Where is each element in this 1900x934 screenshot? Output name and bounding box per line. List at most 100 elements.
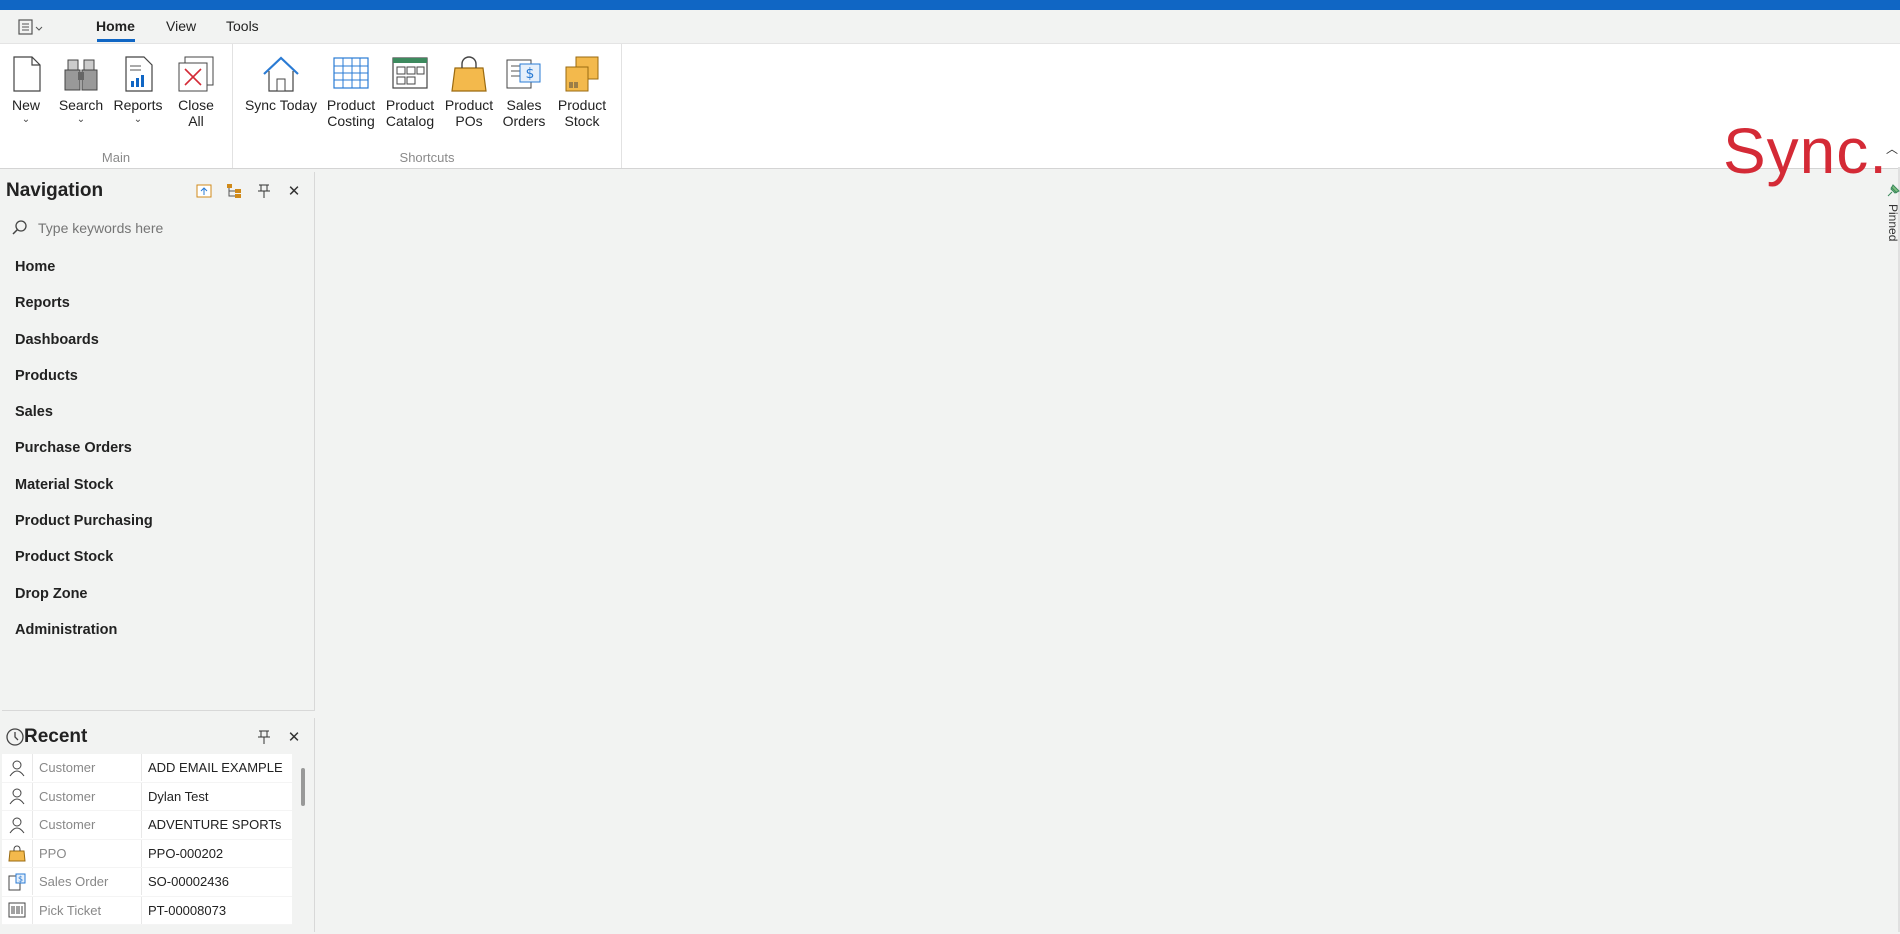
recent-type: Sales Order [33,868,142,896]
product-pos-button[interactable]: Product POs [443,54,495,129]
recent-value: PT-00008073 [148,902,227,918]
home-icon [263,56,299,92]
product-pos-label-1: Product [444,97,494,113]
navigation-list: Home Reports Dashboards Products Sales P… [15,258,153,657]
nav-item-material-stock[interactable]: Material Stock [15,476,153,512]
sales-orders-label-1: Sales [506,97,542,113]
ribbon-tabs: Home View Tools [0,10,1900,43]
new-button[interactable]: New ⌄ [6,54,46,125]
close-all-label-1: Close [178,97,214,113]
table-row[interactable]: Customer ADVENTURE SPORTs [2,811,292,840]
table-row[interactable]: $ Sales Order SO-00002436 [2,868,292,897]
reports-label: Reports [113,97,163,113]
svg-text:$: $ [18,874,23,883]
close-all-label-2: All [188,113,204,129]
nav-item-administration[interactable]: Administration [15,621,153,657]
close-all-icon [178,56,214,92]
recent-value: PPO-000202 [148,845,224,861]
product-costing-label-1: Product [326,97,376,113]
navigation-panel: Navigation ✕ Home Reports Dashboards Pro… [2,172,315,711]
nav-item-sales[interactable]: Sales [15,403,153,439]
tab-tools[interactable]: Tools [226,18,259,34]
reports-button[interactable]: Reports ⌄ [112,54,164,125]
product-catalog-label-1: Product [385,97,435,113]
navigation-tools: ✕ [194,181,304,201]
pick-ticket-icon [8,902,26,918]
close-all-button[interactable]: Close All [174,54,218,129]
product-costing-button[interactable]: Product Costing [325,54,377,129]
sales-orders-button[interactable]: $ Sales Orders [501,54,547,129]
tree-view-icon[interactable] [224,181,244,201]
close-icon[interactable]: ✕ [284,181,304,201]
product-catalog-button[interactable]: Product Catalog [384,54,436,129]
catalog-icon [392,57,428,89]
chevron-down-icon: ⌄ [76,114,86,125]
navigation-search-input[interactable] [36,219,290,237]
pinned-panel-tab[interactable]: Pinned [1884,184,1900,264]
product-costing-label-2: Costing [327,113,375,129]
shopping-bag-icon [451,56,487,92]
recent-value: ADVENTURE SPORTs [148,817,282,833]
nav-item-home[interactable]: Home [15,258,153,294]
group-label-shortcuts: Shortcuts [399,150,455,165]
pin-icon[interactable] [254,727,274,747]
nav-item-products[interactable]: Products [15,367,153,403]
spreadsheet-icon [333,57,369,89]
app-menu-button[interactable] [16,16,46,38]
table-row[interactable]: Customer ADD EMAIL EXAMPLE [2,754,292,783]
nav-item-dashboards[interactable]: Dashboards [15,331,153,367]
ribbon-group-shortcuts: Sync Today Product Costing Product Catal… [233,44,622,168]
nav-item-purchase-orders[interactable]: Purchase Orders [15,439,153,475]
app-menu-icon [18,19,43,35]
table-row[interactable]: PPO PPO-000202 [2,839,292,868]
navigation-title: Navigation [6,180,104,201]
search-button[interactable]: Search ⌄ [56,54,106,125]
customer-icon [9,788,25,805]
title-bar [0,0,1900,10]
sales-order-icon: $ [8,873,26,891]
sync-today-label: Sync Today [244,97,318,113]
recent-type: PPO [33,839,142,867]
svg-text:$: $ [526,66,535,82]
pin-icon [1887,184,1900,197]
tab-home[interactable]: Home [96,18,135,34]
binoculars-icon [64,59,98,91]
recent-tools: ✕ [254,727,304,747]
sync-today-button[interactable]: Sync Today [244,54,318,113]
search-label: Search [58,97,104,113]
close-icon[interactable]: ✕ [284,727,304,747]
sales-order-icon: $ [506,59,541,89]
new-label: New [11,97,40,113]
table-row[interactable]: Customer Dylan Test [2,782,292,811]
collapse-ribbon-icon[interactable]: ︿ [1886,140,1898,157]
table-row[interactable]: Pick Ticket PT-00008073 [2,896,292,925]
nav-item-reports[interactable]: Reports [15,294,153,330]
recent-scrollbar[interactable] [300,754,306,934]
new-document-icon [13,56,41,92]
recent-type: Customer [33,782,142,810]
scrollbar-thumb[interactable] [301,768,305,806]
recent-value: Dylan Test [148,788,209,804]
pinned-label: Pinned [1886,204,1900,242]
group-label-main: Main [101,150,131,165]
product-stock-button[interactable]: Product Stock [556,54,608,129]
recent-type: Pick Ticket [33,896,142,924]
nav-item-drop-zone[interactable]: Drop Zone [15,585,153,621]
ppo-bag-icon [8,845,26,862]
pin-icon[interactable] [254,181,274,201]
customer-icon [9,817,25,834]
tab-view[interactable]: View [166,18,196,34]
recent-value: SO-00002436 [148,874,229,890]
ribbon: New ⌄ Search ⌄ Reports ⌄ Close All Main … [0,43,1900,187]
nav-item-product-purchasing[interactable]: Product Purchasing [15,512,153,548]
nav-item-product-stock[interactable]: Product Stock [15,548,153,584]
recent-table: Customer ADD EMAIL EXAMPLE Customer Dyla… [2,754,292,925]
expand-all-icon[interactable] [194,181,214,201]
product-catalog-label-2: Catalog [385,113,435,129]
sync-logo: Sync. [1722,115,1888,187]
recent-panel: Recent ✕ Customer ADD EMAIL EXAMPLE Cust… [2,718,315,932]
product-stock-label-2: Stock [564,113,600,129]
recent-type: Customer [33,754,142,782]
product-stock-label-1: Product [557,97,607,113]
chevron-down-icon: ⌄ [21,114,31,125]
